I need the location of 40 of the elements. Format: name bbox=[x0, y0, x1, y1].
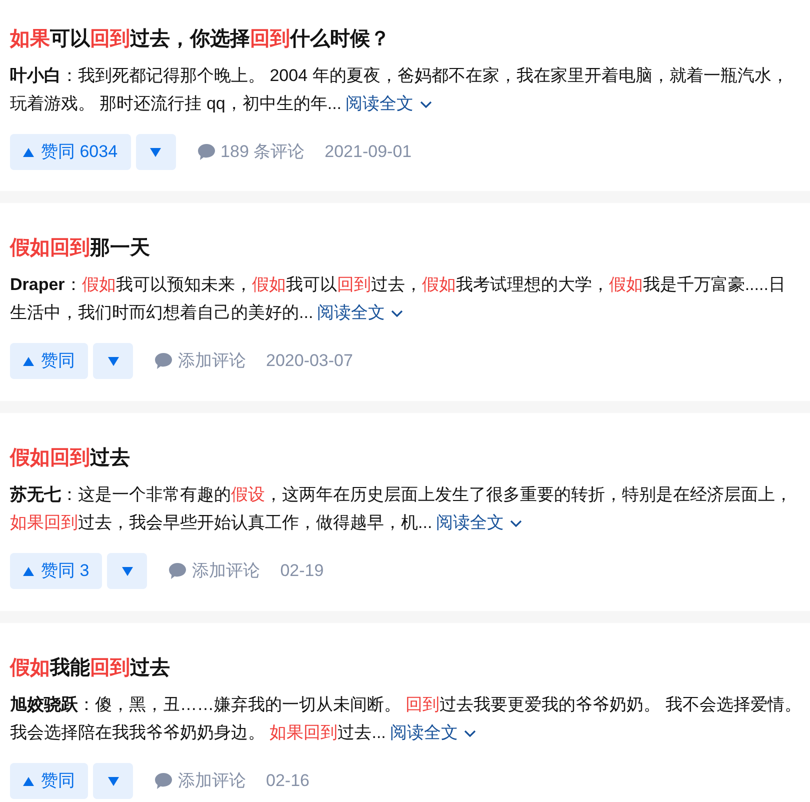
comment-bubble-icon bbox=[155, 773, 172, 789]
triangle-up-icon bbox=[23, 566, 34, 576]
answer-date: 2021-09-01 bbox=[324, 141, 412, 164]
comment-bubble-icon bbox=[198, 144, 215, 160]
chevron-down-icon bbox=[464, 730, 476, 736]
answer-date: 02-16 bbox=[266, 770, 310, 792]
answer-date: 02-19 bbox=[280, 560, 324, 582]
upvote-button[interactable]: 赞同 6034 bbox=[10, 134, 131, 170]
read-more-link[interactable]: 阅读全文 bbox=[317, 299, 404, 327]
answer-excerpt: 叶小白：我到死都记得那个晚上。 2004 年的夏夜，爸妈都不在家，我在家里开着电脑，就着一瓶汽水， 玩着游戏。 那时还流行挂 qq，初中生的年... 阅读全文 bbox=[10, 62, 788, 118]
upvote-button[interactable]: 赞同 bbox=[10, 343, 88, 379]
result-title[interactable]: 假如我能回到过去 bbox=[10, 654, 170, 682]
triangle-down-icon bbox=[122, 566, 133, 576]
read-more-link[interactable]: 阅读全文 bbox=[346, 90, 432, 118]
chevron-down-icon bbox=[420, 100, 432, 108]
answer-date: 2020-03-07 bbox=[266, 350, 353, 372]
read-more-link[interactable]: 阅读全文 bbox=[436, 509, 522, 537]
result-title[interactable]: 假如回到那一天 bbox=[10, 234, 150, 262]
upvote-button[interactable]: 赞同 bbox=[10, 763, 88, 799]
comment-bubble-icon bbox=[169, 563, 186, 579]
triangle-down-icon bbox=[108, 776, 118, 786]
answer-excerpt: 旭姣骁跃：傻，黑，丑……嫌弃我的一切从未间断。 回到过去我要更爱我的爷爷奶奶。 我不会选择爱情。 我会选择陪在我我爷爷奶奶身边。 如果回到过去... 阅读全文 bbox=[10, 691, 802, 747]
downvote-button[interactable] bbox=[93, 343, 133, 379]
chevron-down-icon bbox=[510, 520, 522, 526]
triangle-down-icon bbox=[150, 148, 162, 156]
downvote-button[interactable] bbox=[136, 134, 176, 170]
triangle-up-icon bbox=[23, 776, 34, 786]
result-title[interactable]: 假如回到过去 bbox=[10, 444, 130, 472]
downvote-button[interactable] bbox=[107, 553, 148, 589]
triangle-up-icon bbox=[23, 356, 34, 366]
triangle-down-icon bbox=[108, 356, 118, 366]
upvote-button[interactable]: 赞同 3 bbox=[10, 553, 102, 589]
read-more-link[interactable]: 阅读全文 bbox=[390, 719, 476, 747]
comment-bubble-icon bbox=[155, 353, 172, 369]
downvote-button[interactable] bbox=[93, 763, 133, 799]
chevron-down-icon bbox=[391, 310, 404, 316]
answer-excerpt: Draper：假如我可以预知未来，假如我可以回到过去，假如我考试理想的大学，假如我是千万富豪.....日 生活中，我们时而幻想着自己的美好的... 阅读全文 bbox=[10, 271, 786, 327]
answer-excerpt: 苏无七：这是一个非常有趣的假设，这两年在历史层面上发生了很多重要的转折，特别是在经济层面上， 如果回到过去，我会早些开始认真工作，做得越早，机... 阅读全文 bbox=[10, 481, 792, 537]
triangle-up-icon bbox=[23, 148, 34, 156]
result-title[interactable]: 如果可以回到过去，你选择回到什么时候？ bbox=[10, 25, 390, 53]
